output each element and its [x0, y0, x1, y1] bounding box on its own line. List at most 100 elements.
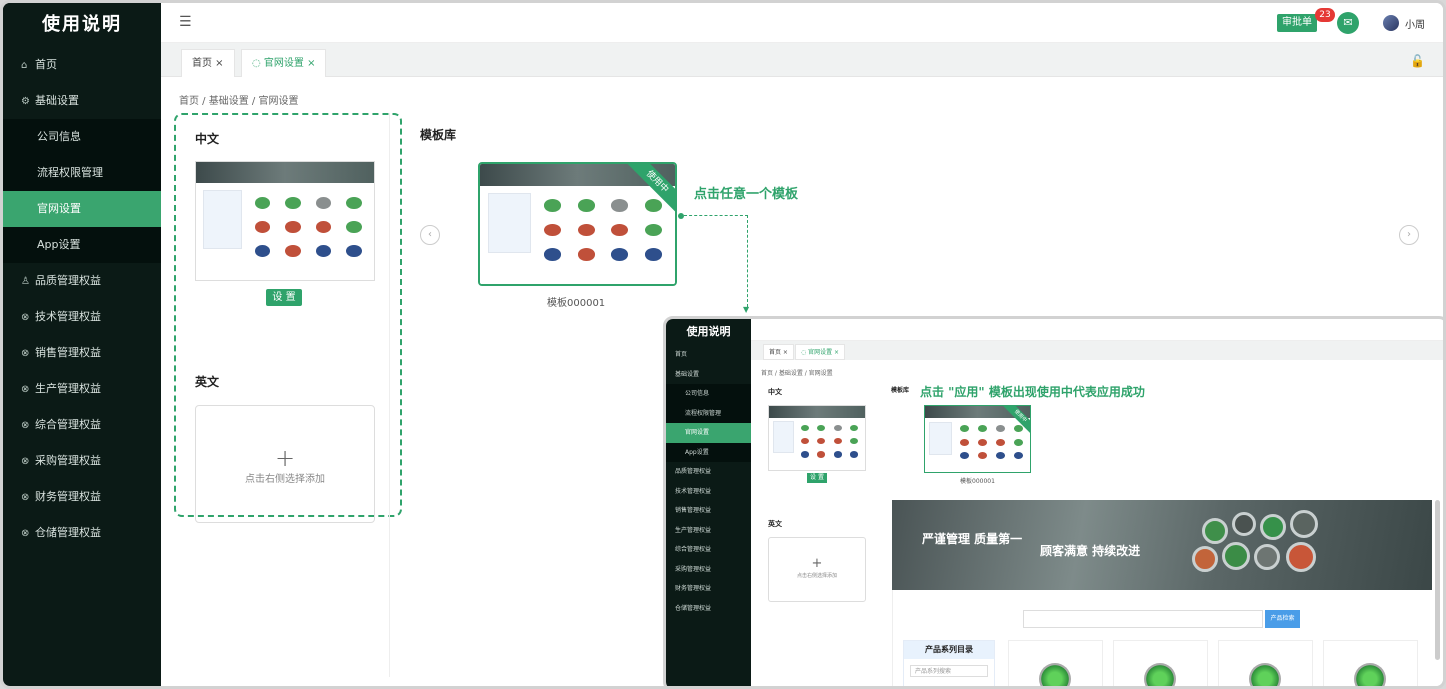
- product-card: [1218, 640, 1313, 686]
- library-title: 模板库: [420, 128, 457, 142]
- sidebar-item-label: 销售管理权益: [35, 346, 101, 359]
- inset-add-box: + 点击右侧选择添加: [768, 537, 866, 602]
- app-window: 使用说明 ⌂ 首页 ⚙ 基础设置 公司信息 流程权限管理 官网设置 App设置 ♙ 品…: [0, 0, 1446, 689]
- sidebar-item-company-info[interactable]: 公司信息: [3, 119, 161, 155]
- mail-icon[interactable]: ✉: [1337, 12, 1359, 34]
- sidebar-item-label: 财务管理权益: [35, 490, 101, 503]
- circle-x-icon: ⊗: [21, 384, 30, 395]
- sidebar-item-label: 品质管理权益: [35, 274, 101, 287]
- chevron-right-icon[interactable]: ›: [1399, 225, 1419, 245]
- sidebar-item-website-settings[interactable]: 官网设置: [3, 191, 161, 227]
- inset-tab: 首页 ×: [763, 344, 794, 360]
- inset-breadcrumb: 首页 / 基础设置 / 官网设置: [761, 370, 833, 377]
- inset-sidebar-item: 综合管理权益: [675, 546, 712, 553]
- breadcrumb: 首页 / 基础设置 / 官网设置: [179, 96, 299, 107]
- sidebar-item-label: 仓储管理权益: [35, 526, 101, 539]
- notification-badge: 23: [1315, 8, 1335, 22]
- avatar[interactable]: [1383, 15, 1399, 31]
- inset-template-card: 使用中: [924, 405, 1031, 473]
- circle-x-icon: ⊗: [21, 528, 30, 539]
- inset-sidebar-item: 财务管理权益: [675, 585, 712, 592]
- sidebar-item-finance[interactable]: ⊗ 财务管理权益: [3, 479, 161, 515]
- sidebar-item-process-permission[interactable]: 流程权限管理: [3, 155, 161, 191]
- sidebar-item-production[interactable]: ⊗ 生产管理权益: [3, 371, 161, 407]
- arrow-down-icon: ▼: [743, 305, 750, 314]
- category-title: 产品系列目录: [904, 641, 994, 659]
- user-name[interactable]: 小周: [1405, 16, 1425, 31]
- product-card: [1113, 640, 1208, 686]
- inset-set-button: 设 置: [807, 473, 827, 483]
- inset-add-hint: 点击右侧选择添加: [796, 573, 837, 579]
- inset-sidebar-item: 生产管理权益: [675, 526, 712, 534]
- english-section-title: 英文: [195, 375, 220, 389]
- tab-home[interactable]: 首页 ×: [181, 49, 235, 77]
- home-icon: ⌂: [21, 60, 28, 71]
- set-button[interactable]: 设 置: [266, 289, 302, 306]
- sidebar-item-label: 首页: [35, 58, 57, 71]
- instruction-callout: 点击任意一个模板: [694, 187, 799, 202]
- approve-button[interactable]: 审批单: [1277, 14, 1317, 32]
- sidebar-item-general[interactable]: ⊗ 综合管理权益: [3, 407, 161, 443]
- connector-line: [747, 215, 748, 307]
- top-bar: ☰ 审批单 23 ✉ 小周: [161, 3, 1443, 43]
- template-card[interactable]: 使用中: [478, 162, 677, 286]
- inset-sidebar-item: 销售管理权益: [675, 507, 712, 514]
- add-hint: 点击右侧选择添加: [245, 474, 325, 485]
- inset-tab: ◌ 官网设置 ×: [795, 344, 846, 360]
- sidebar-item-label: 综合管理权益: [35, 418, 101, 431]
- inset-sidebar-item: 采购管理权益: [675, 565, 712, 573]
- sidebar-item-label: 技术管理权益: [35, 310, 101, 323]
- category-panel: 产品系列目录 产品系列搜索: [903, 640, 995, 686]
- plus-icon: +: [274, 444, 296, 472]
- sidebar-item-home[interactable]: ⌂ 首页: [3, 47, 161, 83]
- connector-product-image: [1182, 508, 1352, 584]
- sidebar-item-label: 基础设置: [35, 94, 79, 107]
- inset-template-preview: [768, 405, 866, 471]
- website-body: 产品检索 产品系列目录 产品系列搜索: [892, 590, 1432, 686]
- inset-plus-icon: +: [811, 556, 823, 571]
- circle-x-icon: ⊗: [21, 348, 30, 359]
- menu-collapse-icon[interactable]: ☰: [179, 14, 192, 30]
- circle-x-icon: ⊗: [21, 492, 30, 503]
- circle-x-icon: ⊗: [21, 312, 30, 323]
- inset-sidebar-item: 技术管理权益: [675, 487, 712, 495]
- inset-zh-title: 中文: [768, 388, 782, 396]
- sidebar: 使用说明 ⌂ 首页 ⚙ 基础设置 公司信息 流程权限管理 官网设置 App设置 ♙ 品…: [3, 3, 161, 686]
- sidebar-item-app-settings[interactable]: App设置: [3, 227, 161, 263]
- sidebar-item-label: 采购管理权益: [35, 454, 101, 467]
- sidebar-item-tech[interactable]: ⊗ 技术管理权益: [3, 299, 161, 335]
- app-title: 使用说明: [3, 3, 161, 47]
- sidebar-item-quality[interactable]: ♙ 品质管理权益: [3, 263, 161, 299]
- banner-slogan-1: 严谨管理 质量第一: [922, 532, 1023, 546]
- inset-app-title: 使用说明: [686, 325, 731, 338]
- inset-sidebar-item: 品质管理权益: [675, 468, 712, 475]
- sidebar-item-warehouse[interactable]: ⊗ 仓储管理权益: [3, 515, 161, 551]
- lock-icon[interactable]: 🔓: [1410, 54, 1425, 68]
- sidebar-item-purchase[interactable]: ⊗ 采购管理权益: [3, 443, 161, 479]
- product-card: [1323, 640, 1418, 686]
- inset-top-bar: [751, 319, 1443, 341]
- connector-dot: [678, 213, 684, 219]
- website-banner: 严谨管理 质量第一 顾客满意 持续改进: [892, 500, 1432, 590]
- sidebar-item-sales[interactable]: ⊗ 销售管理权益: [3, 335, 161, 371]
- inset-tab-bar: 首页 × ◌ 官网设置 ×: [751, 341, 1443, 360]
- inset-sidebar-item: App设置: [666, 442, 751, 462]
- inset-sidebar: 使用说明 首页 基础设置 公司信息 流程权限管理 官网设置 App设置 品质管理…: [666, 319, 751, 686]
- sidebar-item-basic-settings[interactable]: ⚙ 基础设置: [3, 83, 161, 119]
- inset-sidebar-item: 基础设置: [675, 370, 700, 378]
- tab-website-settings[interactable]: ◌ 官网设置 ×: [241, 49, 327, 77]
- sidebar-item-label: 生产管理权益: [35, 382, 101, 395]
- add-template-box[interactable]: + 点击右侧选择添加: [195, 405, 375, 523]
- chevron-left-icon[interactable]: ‹: [420, 225, 440, 245]
- apply-instruction-callout: 点击 "应用" 模板出现使用中代表应用成功: [920, 385, 1145, 399]
- result-screenshot: 使用说明 首页 基础设置 公司信息 流程权限管理 官网设置 App设置 品质管理…: [663, 316, 1443, 686]
- inset-sidebar-item: 首页: [675, 351, 688, 358]
- inset-sidebar-item: 公司信息: [666, 384, 751, 404]
- circle-x-icon: ⊗: [21, 420, 30, 431]
- chinese-section-title: 中文: [195, 132, 220, 146]
- inset-template-name: 模板000001: [960, 478, 995, 485]
- user-icon: ♙: [21, 276, 30, 287]
- inset-en-title: 英文: [768, 520, 782, 528]
- inset-search-input: [1023, 610, 1263, 628]
- circle-x-icon: ⊗: [21, 456, 30, 467]
